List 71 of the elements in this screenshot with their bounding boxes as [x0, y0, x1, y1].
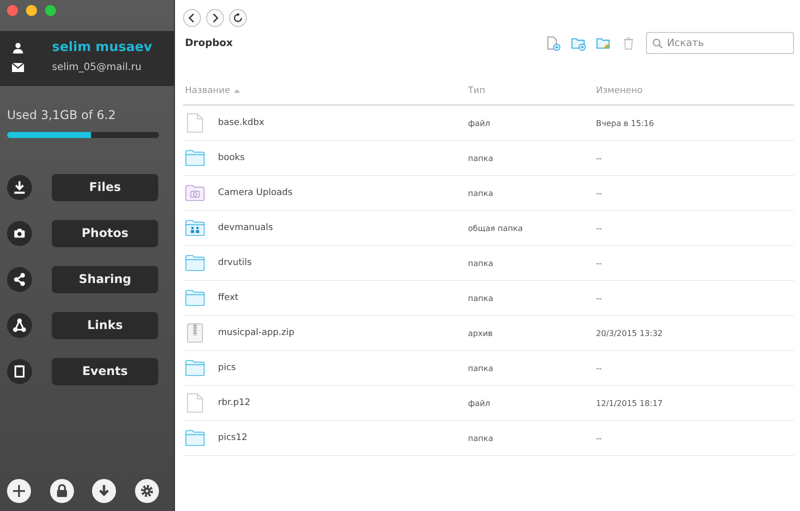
file-name[interactable]: base.kdbx: [218, 118, 264, 128]
share-icon[interactable]: [7, 266, 32, 292]
modified-date: --: [596, 434, 603, 442]
file-type: папка: [468, 364, 494, 372]
new-file-icon[interactable]: [546, 36, 561, 50]
archive-icon: [185, 323, 205, 343]
reload-button[interactable]: [229, 9, 247, 27]
file-type: папка: [468, 154, 494, 162]
person-icon: [12, 42, 24, 54]
modified-date: --: [596, 188, 603, 198]
modified-date: Вчера в 15:16: [596, 118, 655, 128]
camera-icon[interactable]: [7, 220, 32, 246]
download-tray-icon[interactable]: [7, 174, 32, 200]
user-name: selim musaev: [52, 40, 152, 55]
modified-date: 12/1/2015 18:17: [596, 398, 664, 408]
folder-icon: [185, 358, 205, 378]
file-name[interactable]: Camera Uploads: [218, 188, 292, 198]
file-type: папка: [468, 188, 494, 198]
settings-icon[interactable]: [134, 479, 159, 503]
forward-button[interactable]: [206, 9, 224, 27]
file-type: папка: [468, 294, 494, 302]
file-name[interactable]: pics12: [218, 433, 248, 443]
file-name[interactable]: musicpal-app.zip: [218, 328, 294, 338]
modified-date: --: [596, 224, 603, 232]
modified-date: --: [596, 294, 603, 302]
modified-date: --: [596, 258, 603, 268]
shared-folder-icon[interactable]: [596, 36, 611, 50]
camera-folder-icon: [185, 183, 205, 203]
nav-button[interactable]: Links: [52, 312, 158, 338]
file-type: папка: [468, 434, 494, 442]
file-name[interactable]: books: [218, 153, 245, 163]
clipboard-icon[interactable]: [7, 358, 32, 384]
shared-folder-icon: [185, 218, 205, 238]
folder-icon: [185, 148, 205, 168]
file-name[interactable]: devmanuals: [218, 223, 273, 233]
nav-button[interactable]: Files: [52, 174, 158, 200]
file-type: архив: [468, 328, 494, 338]
search-field[interactable]: Искать: [646, 32, 794, 54]
file-name[interactable]: ffext: [218, 293, 238, 303]
file-icon: [185, 113, 205, 133]
search-icon: [652, 38, 663, 49]
download-icon[interactable]: [92, 479, 116, 503]
folder-title: Dropbox: [184, 38, 233, 48]
back-button[interactable]: [183, 9, 201, 27]
folder-icon: [185, 253, 205, 273]
modified-date: --: [596, 154, 603, 162]
file-name[interactable]: drvutils: [218, 258, 252, 268]
add-icon[interactable]: [7, 479, 31, 503]
folder-icon: [185, 288, 205, 308]
file-type: файл: [468, 118, 492, 128]
file-type: общая папка: [468, 224, 524, 232]
nav-button[interactable]: Events: [52, 358, 158, 384]
file-name[interactable]: pics: [218, 363, 236, 373]
folder-icon: [185, 428, 205, 448]
nav-button[interactable]: Sharing: [52, 266, 158, 292]
user-email: selim_05@mail.ru: [52, 62, 142, 73]
file-type: папка: [468, 258, 494, 268]
new-folder-icon[interactable]: [571, 36, 586, 50]
link-nodes-icon[interactable]: [7, 312, 32, 338]
file-icon: [185, 393, 205, 413]
file-type: файл: [468, 398, 492, 408]
sort-ascending-icon: [234, 89, 240, 93]
minimize-window-button[interactable]: [26, 5, 37, 16]
file-name[interactable]: rbr.p12: [218, 398, 250, 408]
modified-date: 20/3/2015 13:32: [596, 328, 664, 338]
zoom-window-button[interactable]: [45, 5, 56, 16]
lock-icon[interactable]: [50, 479, 74, 503]
nav-button[interactable]: Photos: [52, 220, 158, 246]
envelope-icon: [12, 63, 24, 72]
modified-date: --: [596, 364, 603, 372]
storage-label: Used 3,1GB of 6.2: [7, 108, 117, 122]
